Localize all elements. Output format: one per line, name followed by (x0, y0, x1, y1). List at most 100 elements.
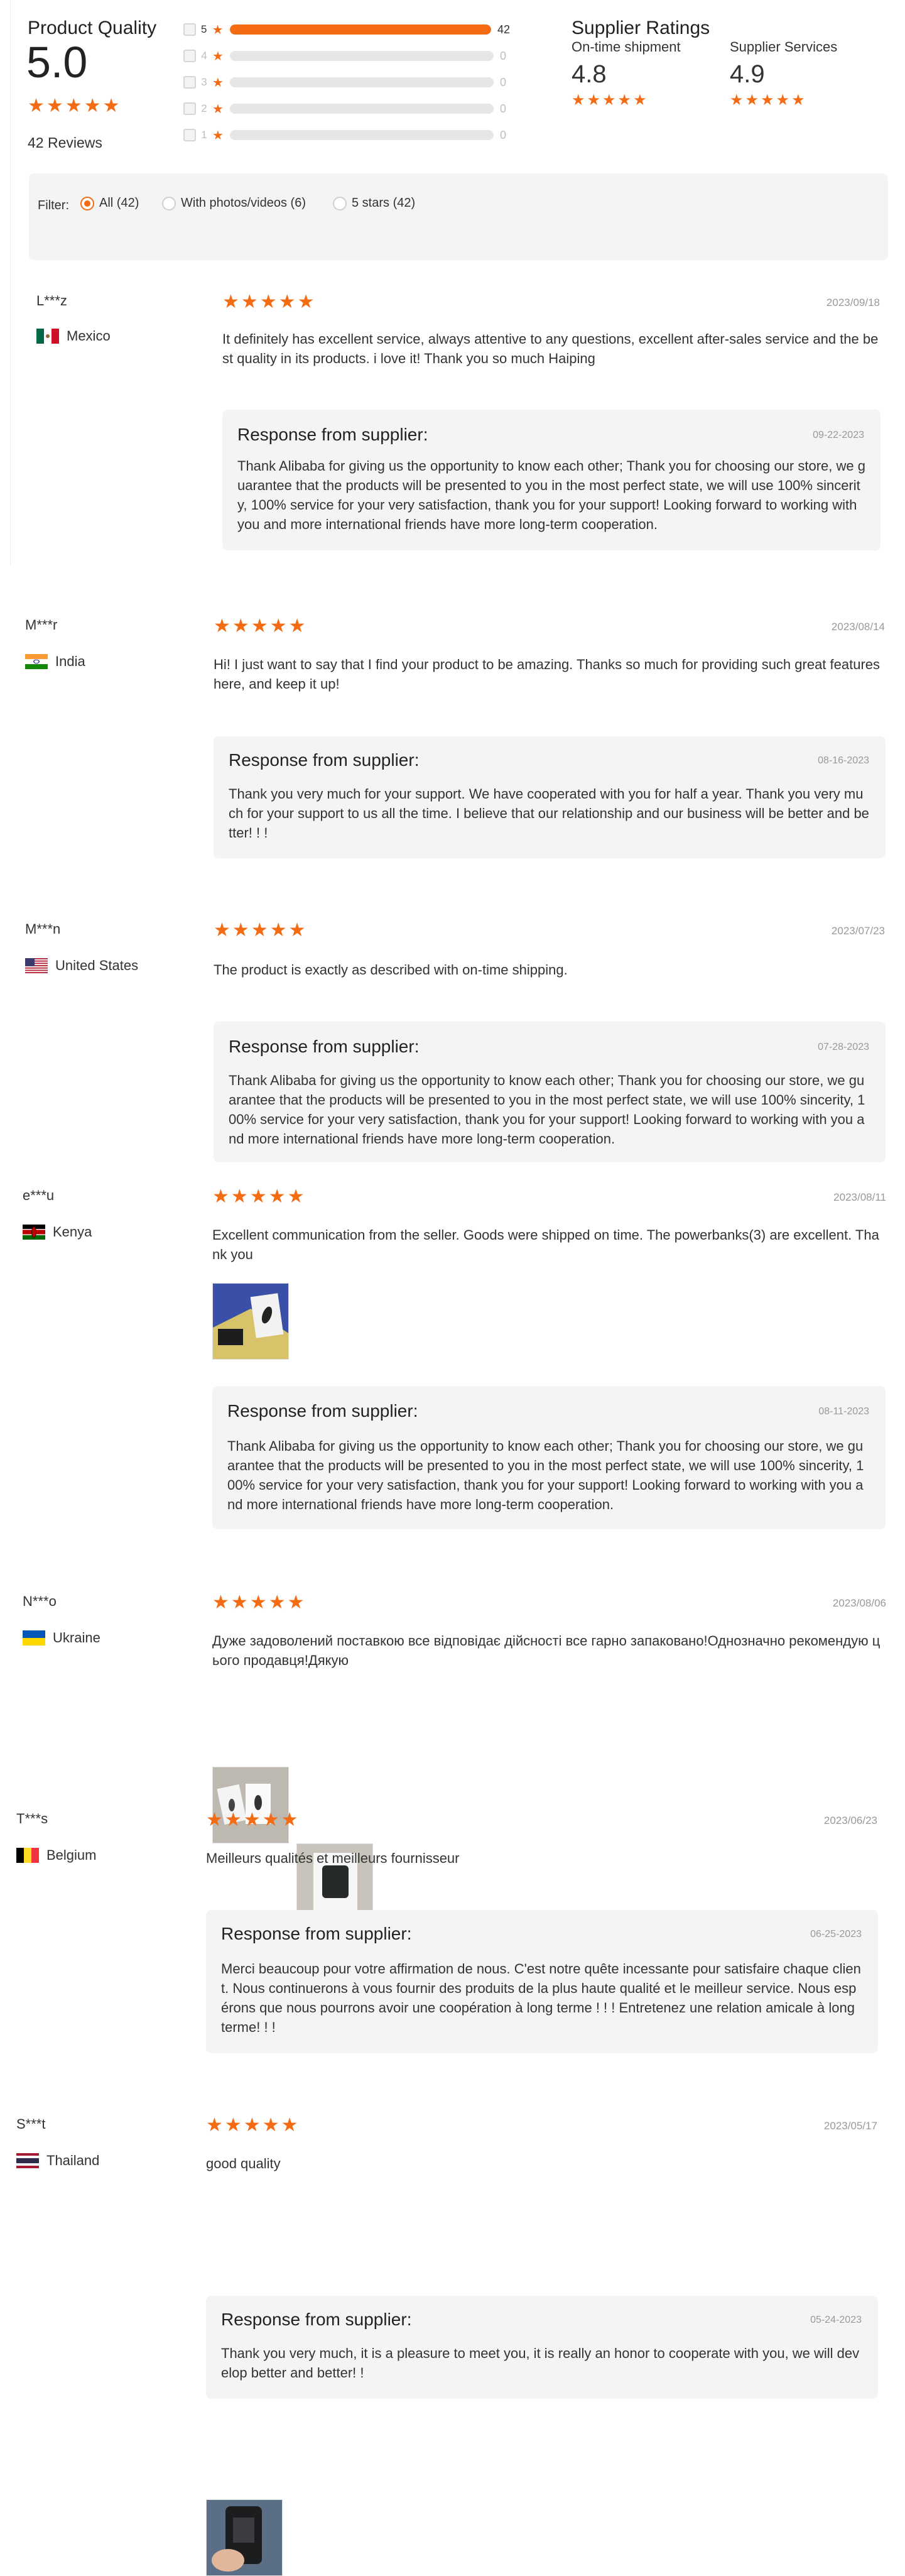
rating-checkbox[interactable] (183, 76, 196, 89)
review-stars: ★ ★ ★ ★ ★ (206, 2116, 298, 2135)
star-icon: ★ (281, 2115, 298, 2136)
country-name: United States (55, 958, 139, 973)
reviewer-country: India (25, 653, 85, 670)
rating-checkbox[interactable] (183, 23, 196, 36)
response-date: 09-22-2023 (813, 430, 864, 440)
supplier-response: Response from supplier: 05-24-2023 Thank… (206, 2296, 878, 2399)
star-icon: ★ (262, 1809, 279, 1830)
reviewer-country: Kenya (23, 1224, 92, 1240)
review-stars: ★ ★ ★ ★ ★ (212, 1187, 305, 1206)
review-date: 2023/08/06 (832, 1597, 886, 1609)
response-title: Response from supplier: (237, 425, 428, 444)
rating-bar (229, 51, 494, 61)
response-title: Response from supplier: (227, 1401, 418, 1421)
star-icon: ★ (214, 920, 230, 941)
rating-checkbox[interactable] (183, 50, 196, 62)
ukraine-flag-icon (23, 1630, 45, 1645)
review-count: 42 Reviews (28, 134, 102, 151)
star-icon: ★ (633, 92, 647, 109)
india-flag-icon (25, 654, 48, 669)
powerbank-photo-icon (213, 1767, 288, 1843)
rating-count: 0 (499, 102, 506, 115)
filter-option-label: With photos/videos (6) (181, 196, 306, 210)
star-icon: ★ (602, 92, 616, 109)
review-date: 2023/09/18 (826, 297, 880, 308)
star-icon: ★ (251, 920, 268, 941)
star-icon: ★ (212, 23, 224, 37)
radio-icon[interactable] (333, 196, 347, 210)
product-quality-title: Product Quality (28, 18, 157, 38)
supplier-ratings-title: Supplier Ratings (572, 18, 710, 38)
star-icon: ★ (102, 96, 120, 116)
star-icon: ★ (224, 1809, 242, 1830)
filter-option-photos[interactable]: With photos/videos (6) (162, 196, 306, 210)
country-name: Mexico (67, 328, 111, 344)
filter-option-all[interactable]: All (42) (80, 196, 139, 210)
rating-row-3[interactable]: 3 ★ 0 (183, 73, 510, 92)
response-date: 05-24-2023 (810, 2315, 862, 2325)
star-icon: ★ (761, 92, 774, 109)
rating-checkbox[interactable] (183, 102, 196, 115)
reviewer-country: Ukraine (23, 1630, 100, 1646)
star-icon: ★ (730, 92, 744, 109)
star-icon: ★ (281, 1809, 298, 1830)
reviewer-name: N***o (23, 1593, 57, 1609)
review-date: 2023/08/11 (833, 1191, 886, 1203)
powerbank-photo-icon (207, 2500, 282, 2575)
review-text: Hi! I just want to say that I find your … (214, 657, 881, 692)
star-icon: ★ (224, 2115, 242, 2136)
powerbank-photo-icon (213, 1284, 288, 1359)
review-stars: ★ ★ ★ ★ ★ (206, 1811, 298, 1830)
product-quality-stars: ★ ★ ★ ★ ★ (28, 97, 120, 116)
response-text: Merci beaucoup pour votre affirmation de… (221, 1961, 861, 2035)
on-time-shipment-stars: ★ ★ ★ ★ ★ (572, 93, 647, 108)
rating-count: 0 (499, 128, 506, 141)
review-stars: ★ ★ ★ ★ ★ (214, 921, 306, 940)
review-date: 2023/08/14 (831, 621, 885, 633)
response-title: Response from supplier: (229, 750, 420, 770)
reviewer-country: Belgium (16, 1847, 96, 1864)
star-icon: ★ (212, 49, 224, 63)
star-icon: ★ (206, 1809, 223, 1830)
rating-row-4[interactable]: 4 ★ 0 (183, 46, 510, 65)
review-stars: ★ ★ ★ ★ ★ (222, 293, 315, 312)
rating-count: 0 (499, 49, 506, 62)
country-name: Ukraine (53, 1630, 100, 1645)
rating-bar (229, 25, 491, 35)
reviewer-country: Thailand (16, 2153, 99, 2169)
rating-checkbox[interactable] (183, 129, 196, 141)
star-icon: ★ (745, 92, 759, 109)
star-icon: ★ (214, 616, 230, 636)
rating-row-5[interactable]: 5 ★ 42 (183, 20, 510, 39)
reviewer-name: M***r (25, 617, 58, 633)
radio-icon[interactable] (162, 196, 176, 210)
star-icon: ★ (776, 92, 790, 109)
star-icon: ★ (617, 92, 632, 109)
reviewer-country: United States (25, 958, 138, 974)
response-text: Thank Alibaba for giving us the opportun… (227, 1438, 864, 1512)
country-name: Kenya (53, 1224, 92, 1240)
radio-selected-icon[interactable] (80, 196, 94, 210)
review-photo-thumbnail[interactable] (212, 1767, 289, 1843)
filter-option-5-stars[interactable]: 5 stars (42) (333, 196, 415, 210)
rating-row-1[interactable]: 1 ★ 0 (183, 126, 510, 145)
star-icon: ★ (249, 1186, 267, 1207)
country-name: Belgium (46, 1847, 97, 1863)
response-date: 08-16-2023 (818, 755, 869, 766)
rating-row-2[interactable]: 2 ★ 0 (183, 99, 510, 118)
review-photo-thumbnail[interactable] (206, 2499, 283, 2576)
reviewer-country: Mexico (36, 328, 111, 344)
star-icon: ★ (287, 1186, 305, 1207)
star-icon: ★ (269, 920, 287, 941)
filter-bar (29, 173, 888, 260)
review-photo-thumbnail[interactable] (212, 1283, 289, 1360)
reviewer-name: T***s (16, 1811, 48, 1826)
review-date: 2023/07/23 (831, 925, 885, 937)
response-title: Response from supplier: (221, 2310, 412, 2329)
star-icon: ★ (288, 616, 306, 636)
product-quality-score: 5.0 (26, 38, 88, 87)
us-flag-icon (25, 958, 48, 973)
response-title: Response from supplier: (229, 1037, 420, 1056)
star-icon: ★ (232, 920, 249, 941)
star-icon: ★ (287, 1592, 305, 1613)
